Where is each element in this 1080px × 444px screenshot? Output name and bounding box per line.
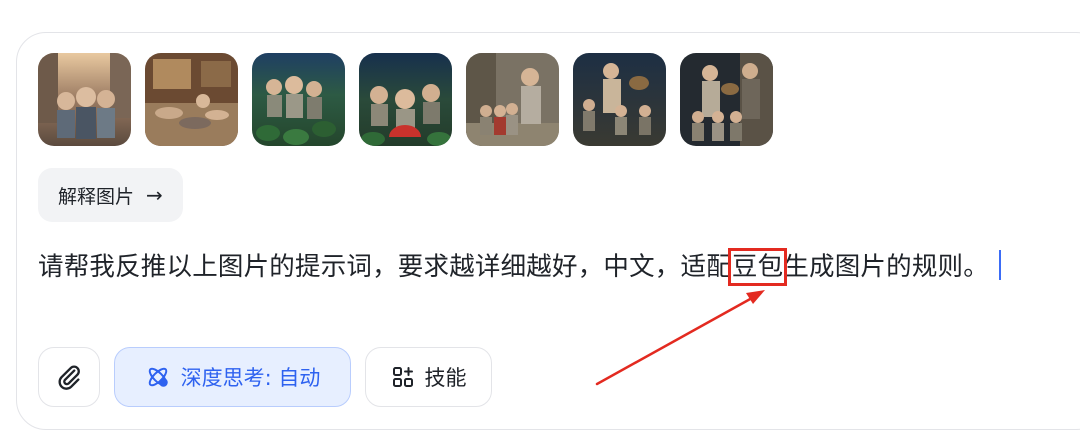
thumbnail-image-6[interactable] [573, 53, 666, 146]
apps-grid-icon [392, 367, 413, 387]
photo-adults-children-doorway [680, 53, 773, 146]
photo-children-sleeping-room [145, 53, 238, 146]
photo-children-street-sunset [38, 53, 131, 146]
skills-button[interactable]: 技能 [365, 347, 492, 407]
thumbnail-image-5[interactable] [466, 53, 559, 146]
photo-woman-basket-children [573, 53, 666, 146]
thumbnail-image-1[interactable] [38, 53, 131, 146]
explain-image-label: 解释图片 [58, 185, 135, 208]
explain-image-chip[interactable]: 解释图片 → [38, 168, 183, 222]
thumbnail-image-4[interactable] [359, 53, 452, 146]
prompt-highlighted-word: 豆包 [727, 248, 788, 286]
deep-think-label: 深度思考: 自动 [180, 366, 321, 390]
prompt-text-before: 请帮我反推以上图片的提示词，要求越详细越好，中文，适配 [38, 252, 732, 282]
thumbnail-image-7[interactable] [680, 53, 773, 146]
text-caret [998, 250, 1001, 280]
skills-label: 技能 [424, 366, 467, 390]
photo-children-eating-watermelon [359, 53, 452, 146]
deep-think-button[interactable]: 深度思考: 自动 [114, 347, 351, 407]
prompt-text-after: 生成图片的规则。 [783, 252, 989, 282]
arrow-right-icon: → [146, 183, 163, 207]
attach-button[interactable] [38, 347, 100, 407]
photo-children-watermelon-field [252, 53, 345, 146]
atom-icon [148, 367, 168, 387]
image-attachments [38, 53, 773, 146]
prompt-input-text[interactable]: 请帮我反推以上图片的提示词，要求越详细越好，中文，适配豆包生成图片的规则。 [38, 246, 1001, 286]
paperclip-icon [58, 365, 80, 390]
thumbnail-image-3[interactable] [252, 53, 345, 146]
photo-woman-with-children [466, 53, 559, 146]
thumbnail-image-2[interactable] [145, 53, 238, 146]
